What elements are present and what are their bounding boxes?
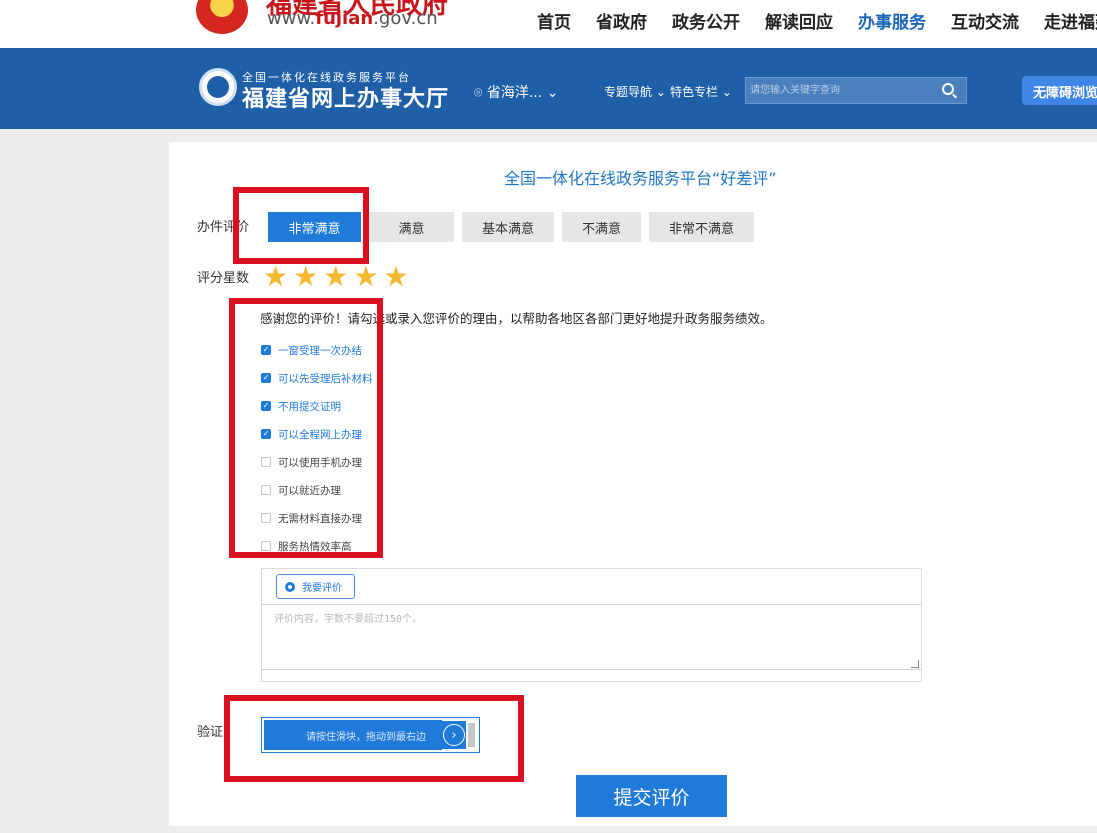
- accessibility-button[interactable]: 无障碍浏览: [1022, 76, 1097, 105]
- chevron-down-icon: ⌄: [546, 85, 559, 101]
- special-column-label: 特色专栏: [670, 85, 719, 99]
- star-icon[interactable]: ★: [323, 263, 348, 291]
- comment-tab-label: 我要评价: [302, 583, 342, 594]
- national-emblem-icon: [196, 0, 248, 34]
- location-label: 省海洋...: [486, 85, 543, 101]
- comment-tab[interactable]: 我要评价: [276, 574, 355, 599]
- location-selector[interactable]: ⌾ 省海洋... ⌄: [474, 82, 558, 102]
- submit-review-button[interactable]: 提交评价: [576, 775, 727, 817]
- logo-title[interactable]: 福建省网上办事大厅: [242, 81, 449, 113]
- page-title: 全国一体化在线政务服务平台“好差评”: [504, 169, 777, 188]
- highlight-box-rating: [233, 187, 369, 264]
- topic-nav-label: 专题导航: [604, 85, 653, 99]
- government-header: 福建省人民政府 www.fujian.gov.cn 首页 省政府 政务公开 解读…: [0, 0, 1097, 48]
- search-box: [745, 77, 967, 104]
- search-input[interactable]: [746, 78, 936, 103]
- verify-label: 验证: [197, 725, 224, 740]
- special-column-dropdown[interactable]: 特色专栏 ⌄: [670, 83, 732, 100]
- nav-about-fujian[interactable]: 走进福建: [1044, 8, 1097, 33]
- service-hall-logo-icon[interactable]: [199, 68, 237, 106]
- nav-government[interactable]: 省政府: [596, 8, 647, 33]
- topic-nav-dropdown[interactable]: 专题导航 ⌄: [604, 83, 666, 100]
- nav-interaction[interactable]: 互动交流: [951, 8, 1019, 33]
- comment-box: 我要评价: [261, 568, 922, 682]
- rating-satisfied-button[interactable]: 满意: [369, 212, 454, 242]
- service-bar: 全国一体化在线政务服务平台 福建省网上办事大厅 ⌾ 省海洋... ⌄ 专题导航 …: [0, 48, 1097, 129]
- nav-home[interactable]: 首页: [537, 8, 571, 33]
- resize-handle-icon[interactable]: [911, 660, 919, 668]
- rating-unsatisfied-button[interactable]: 不满意: [562, 212, 641, 242]
- site-url: www.fujian.gov.cn: [267, 8, 438, 29]
- highlight-box-verify: [224, 695, 524, 782]
- search-icon[interactable]: [942, 83, 954, 95]
- star-icon[interactable]: ★: [353, 263, 378, 291]
- rating-basically-satisfied-button[interactable]: 基本满意: [462, 212, 554, 242]
- nav-open-affairs[interactable]: 政务公开: [672, 8, 740, 33]
- star-rating: ★ ★ ★ ★ ★: [263, 263, 414, 291]
- chevron-down-icon: ⌄: [718, 85, 732, 99]
- star-icon[interactable]: ★: [293, 263, 318, 291]
- nav-services[interactable]: 办事服务: [858, 8, 926, 33]
- radio-selected-icon: [285, 581, 295, 592]
- star-icon[interactable]: ★: [383, 263, 408, 291]
- location-pin-icon: ⌾: [474, 85, 483, 101]
- nav-interpretation[interactable]: 解读回应: [765, 8, 833, 33]
- comment-textarea[interactable]: [262, 604, 921, 670]
- highlight-box-reasons: [229, 298, 383, 558]
- rating-very-unsatisfied-button[interactable]: 非常不满意: [649, 212, 754, 242]
- main-nav: 首页 省政府 政务公开 解读回应 办事服务 互动交流 走进福建: [537, 8, 1097, 33]
- chevron-down-icon: ⌄: [652, 85, 666, 99]
- star-icon[interactable]: ★: [263, 263, 288, 291]
- stars-label: 评分星数: [197, 271, 250, 286]
